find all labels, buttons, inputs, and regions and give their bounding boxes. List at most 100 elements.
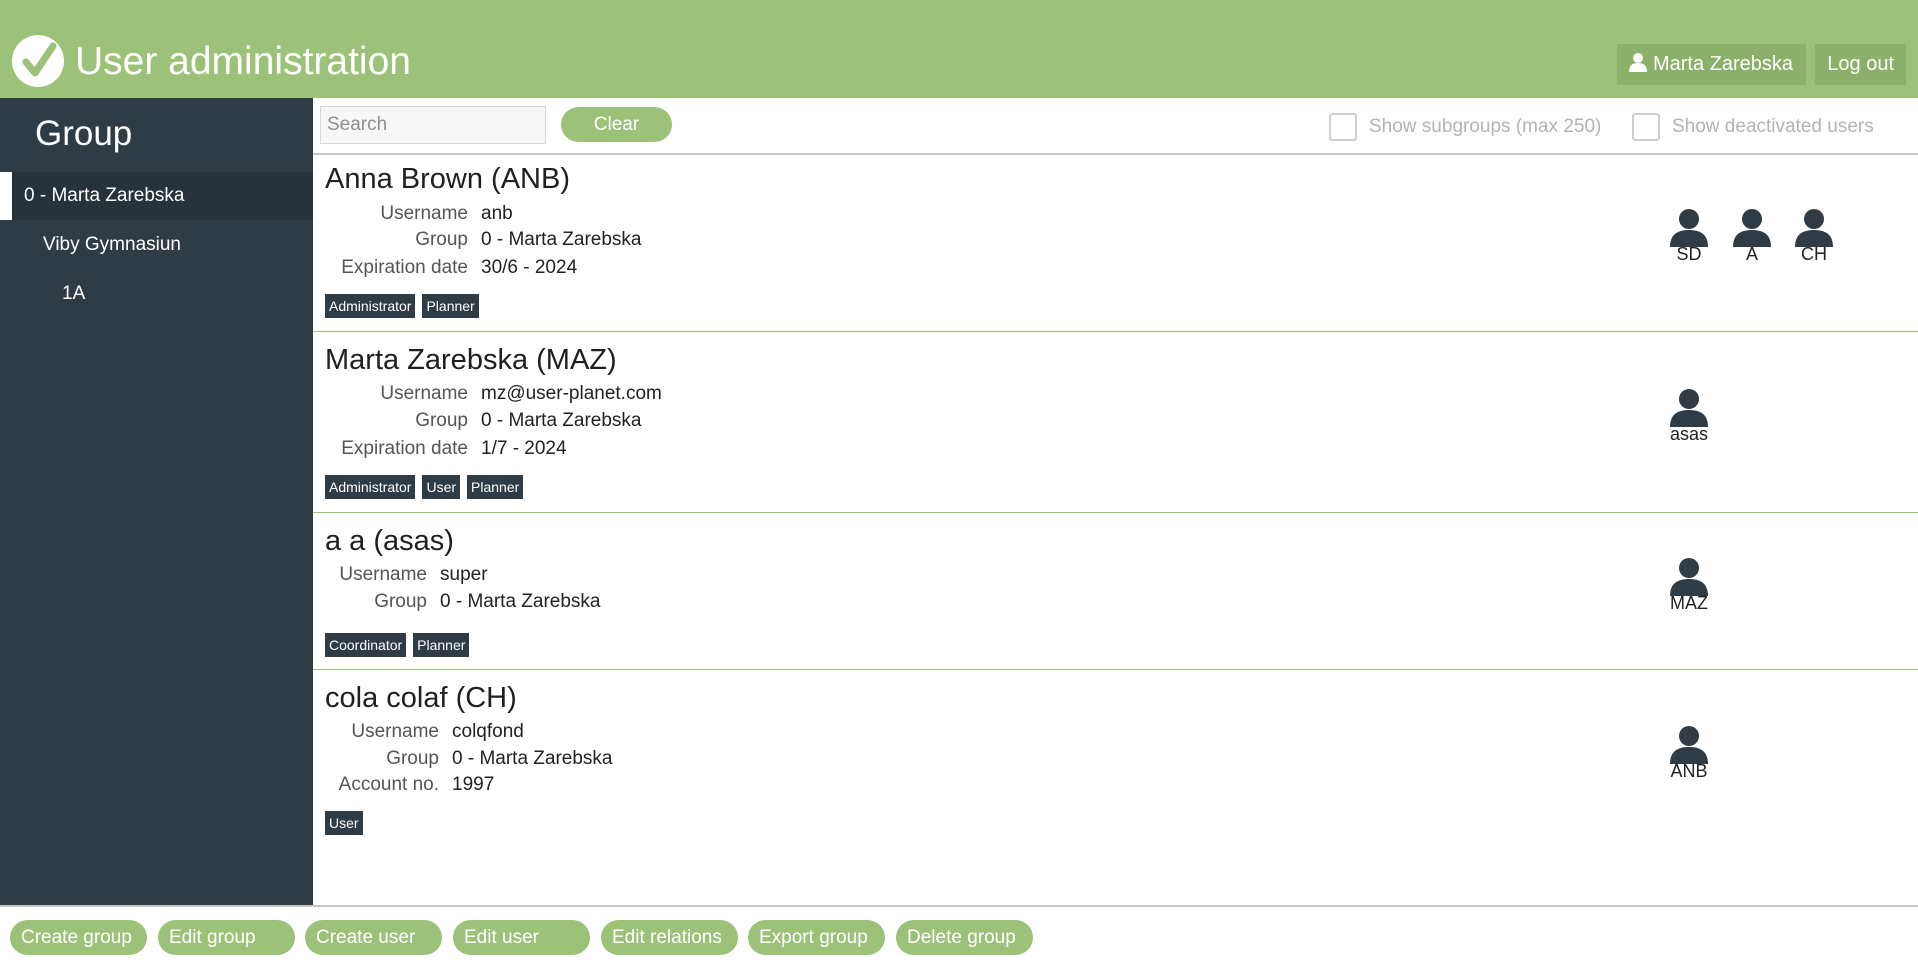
user-card[interactable]: cola colaf (CH) Username colqfond Group … bbox=[313, 670, 1918, 840]
role-tag: User bbox=[325, 811, 363, 835]
relation-item[interactable]: asas bbox=[1659, 387, 1719, 445]
edit-group-button[interactable]: Edit group bbox=[158, 920, 295, 955]
user-field-row: Username mz@user-planet.com bbox=[325, 383, 662, 405]
role-tags: Coordinator Planner bbox=[325, 633, 476, 657]
user-card[interactable]: Anna Brown (ANB) Username anb Group 0 - … bbox=[313, 155, 1918, 332]
action-bar: Create group Edit group Create user Edit… bbox=[0, 905, 1918, 970]
user-field-row: Account no. 1997 bbox=[325, 774, 495, 796]
user-name: cola colaf (CH) bbox=[325, 682, 517, 714]
user-field-row: Expiration date 1/7 - 2024 bbox=[325, 438, 567, 460]
field-key: Expiration date bbox=[341, 257, 468, 278]
create-group-button[interactable]: Create group bbox=[10, 920, 147, 955]
user-icon bbox=[1628, 52, 1647, 78]
show-deactivated-label: Show deactivated users bbox=[1672, 116, 1874, 137]
field-value: 0 - Marta Zarebska bbox=[481, 229, 642, 250]
field-value: 0 - Marta Zarebska bbox=[452, 748, 613, 769]
show-subgroups-toggle[interactable]: Show subgroups (max 250) bbox=[1329, 112, 1601, 142]
group-tree-item-1a[interactable]: 1A bbox=[0, 270, 313, 318]
field-value: anb bbox=[481, 203, 513, 224]
user-list: Anna Brown (ANB) Username anb Group 0 - … bbox=[313, 155, 1918, 905]
show-deactivated-toggle[interactable]: Show deactivated users bbox=[1632, 112, 1874, 142]
role-tag: Administrator bbox=[325, 475, 416, 499]
field-value: 0 - Marta Zarebska bbox=[440, 591, 601, 612]
role-tag: Planner bbox=[467, 475, 524, 499]
user-name: a a (asas) bbox=[325, 525, 454, 557]
field-value: mz@user-planet.com bbox=[481, 383, 662, 404]
group-tree-item-label: 1A bbox=[62, 283, 86, 304]
field-value: 1/7 - 2024 bbox=[481, 438, 567, 459]
show-subgroups-checkbox[interactable] bbox=[1329, 113, 1357, 141]
app-title: User administration bbox=[75, 40, 411, 83]
field-value: 0 - Marta Zarebska bbox=[481, 410, 642, 431]
user-field-row: Expiration date 30/6 - 2024 bbox=[325, 257, 577, 279]
user-field-row: Group 0 - Marta Zarebska bbox=[325, 229, 642, 251]
user-icon bbox=[1784, 207, 1844, 247]
field-key: Username bbox=[380, 383, 468, 404]
delete-group-button[interactable]: Delete group bbox=[896, 920, 1033, 955]
field-key: Account no. bbox=[338, 774, 439, 795]
field-key: Username bbox=[351, 721, 439, 742]
user-field-row: Username super bbox=[325, 564, 488, 586]
user-field-row: Group 0 - Marta Zarebska bbox=[325, 591, 601, 613]
group-tree-item-viby[interactable]: Viby Gymnasiun bbox=[0, 221, 313, 269]
user-icon bbox=[1659, 556, 1719, 596]
current-user-button[interactable]: Marta Zarebska bbox=[1616, 44, 1806, 85]
relation-item[interactable]: CH bbox=[1784, 207, 1844, 265]
relation-label: CH bbox=[1801, 244, 1827, 264]
clear-button[interactable]: Clear bbox=[561, 107, 672, 142]
role-tag: Planner bbox=[422, 294, 479, 318]
sidebar-title: Group bbox=[35, 114, 133, 153]
relation-item[interactable]: A bbox=[1722, 207, 1782, 265]
field-value: super bbox=[440, 564, 488, 585]
role-tags: Administrator Planner bbox=[325, 294, 486, 318]
user-icon bbox=[1659, 207, 1719, 247]
field-key: Username bbox=[339, 564, 427, 585]
relation-label: A bbox=[1745, 244, 1758, 264]
check-circle-icon bbox=[12, 35, 64, 87]
user-field-row: Username anb bbox=[325, 203, 513, 225]
relation-label: MAZ bbox=[1670, 593, 1708, 613]
user-field-row: Group 0 - Marta Zarebska bbox=[325, 410, 642, 432]
user-field-row: Group 0 - Marta Zarebska bbox=[325, 748, 613, 770]
role-tag: Coordinator bbox=[325, 633, 407, 657]
field-key: Group bbox=[415, 229, 468, 250]
role-tag: User bbox=[422, 475, 461, 499]
search-input[interactable] bbox=[320, 106, 546, 144]
role-tags: User bbox=[325, 811, 370, 835]
relation-label: SD bbox=[1676, 244, 1702, 264]
current-user-name: Marta Zarebska bbox=[1652, 53, 1793, 75]
user-name: Marta Zarebska (MAZ) bbox=[325, 344, 617, 376]
relation-item[interactable]: SD bbox=[1659, 207, 1719, 265]
user-name: Anna Brown (ANB) bbox=[325, 163, 570, 195]
group-tree-item-label: 0 - Marta Zarebska bbox=[24, 185, 185, 206]
field-value: colqfond bbox=[452, 721, 524, 742]
field-key: Group bbox=[374, 591, 427, 612]
field-value: 1997 bbox=[452, 774, 495, 795]
role-tag: Planner bbox=[413, 633, 470, 657]
role-tag: Administrator bbox=[325, 294, 416, 318]
app-header: User administration Marta Zarebska Log o… bbox=[0, 0, 1918, 98]
user-icon bbox=[1659, 724, 1719, 764]
edit-user-button[interactable]: Edit user bbox=[453, 920, 590, 955]
edit-relations-button[interactable]: Edit relations bbox=[601, 920, 738, 955]
group-sidebar: Group 0 - Marta Zarebska Viby Gymnasiun … bbox=[0, 98, 313, 906]
user-card[interactable]: a a (asas) Username super Group 0 - Mart… bbox=[313, 513, 1918, 670]
relation-label: asas bbox=[1669, 424, 1709, 444]
relation-item[interactable]: ANB bbox=[1659, 724, 1719, 782]
create-user-button[interactable]: Create user bbox=[305, 920, 442, 955]
field-key: Group bbox=[415, 410, 468, 431]
group-tree-item-root[interactable]: 0 - Marta Zarebska bbox=[0, 172, 313, 220]
group-tree-item-label: Viby Gymnasiun bbox=[43, 234, 181, 255]
export-group-button[interactable]: Export group bbox=[748, 920, 885, 955]
show-deactivated-checkbox[interactable] bbox=[1632, 113, 1660, 141]
role-tags: Administrator User Planner bbox=[325, 475, 530, 499]
user-icon bbox=[1659, 387, 1719, 427]
relation-item[interactable]: MAZ bbox=[1659, 556, 1719, 614]
field-key: Group bbox=[386, 748, 439, 769]
logout-button[interactable]: Log out bbox=[1815, 44, 1906, 85]
field-key: Username bbox=[380, 203, 468, 224]
user-card[interactable]: Marta Zarebska (MAZ) Username mz@user-pl… bbox=[313, 332, 1918, 513]
relation-label: ANB bbox=[1670, 761, 1708, 781]
list-toolbar: Clear Show subgroups (max 250) Show deac… bbox=[313, 98, 1918, 155]
field-value: 30/6 - 2024 bbox=[481, 257, 578, 278]
